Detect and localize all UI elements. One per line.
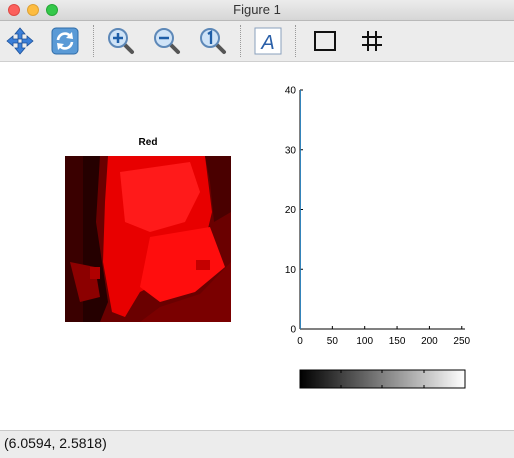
x-tick-label: 100 <box>356 336 373 347</box>
reset-button[interactable] <box>48 24 82 58</box>
y-tick-label: 20 <box>285 205 297 216</box>
toolbar: A <box>0 21 514 62</box>
pan-icon <box>6 27 34 55</box>
y-tick-label: 30 <box>285 145 297 156</box>
grid-button[interactable] <box>355 24 389 58</box>
x-tick-label: 150 <box>389 336 406 347</box>
zoom-in-icon <box>108 28 134 54</box>
pan-button[interactable] <box>3 24 37 58</box>
zoom-in-button[interactable] <box>104 24 138 58</box>
zoom-out-button[interactable] <box>150 24 184 58</box>
text-icon: A <box>254 27 282 55</box>
figure-canvas[interactable]: Red 0 10 20 30 40 0 50 100 150 200 250 <box>0 62 514 430</box>
text-button[interactable]: A <box>251 24 285 58</box>
x-tick-label: 250 <box>453 336 470 347</box>
y-tick-label: 40 <box>285 86 297 97</box>
toolbar-separator <box>93 25 94 57</box>
window-titlebar: Figure 1 <box>0 0 514 21</box>
zoom-actual-icon <box>200 28 226 54</box>
histogram-axes: 0 10 20 30 40 0 50 100 150 200 250 <box>285 86 471 348</box>
svg-text:A: A <box>260 32 274 54</box>
histogram-bars <box>300 90 301 329</box>
box-icon <box>314 31 336 51</box>
window-title: Figure 1 <box>233 2 281 17</box>
histogram-bar <box>300 90 301 329</box>
status-bar: (6.0594, 2.5818) <box>0 430 514 458</box>
zoom-out-icon <box>154 28 180 54</box>
x-tick-label: 0 <box>297 336 303 347</box>
red-channel-image[interactable] <box>65 156 231 322</box>
x-tick-label: 200 <box>421 336 438 347</box>
image-title: Red <box>139 137 158 148</box>
figure-svg: Red 0 10 20 30 40 0 50 100 150 200 250 <box>65 86 471 389</box>
y-tick-label: 10 <box>285 265 297 276</box>
box-button[interactable] <box>308 24 342 58</box>
cursor-coordinates: (6.0594, 2.5818) <box>4 435 107 451</box>
zoom-actual-button[interactable] <box>196 24 230 58</box>
y-tick-label: 0 <box>290 325 296 336</box>
toolbar-separator <box>240 25 241 57</box>
x-tick-label: 50 <box>327 336 339 347</box>
toolbar-separator <box>295 25 296 57</box>
refresh-icon <box>51 27 79 55</box>
grid-icon <box>362 31 382 51</box>
